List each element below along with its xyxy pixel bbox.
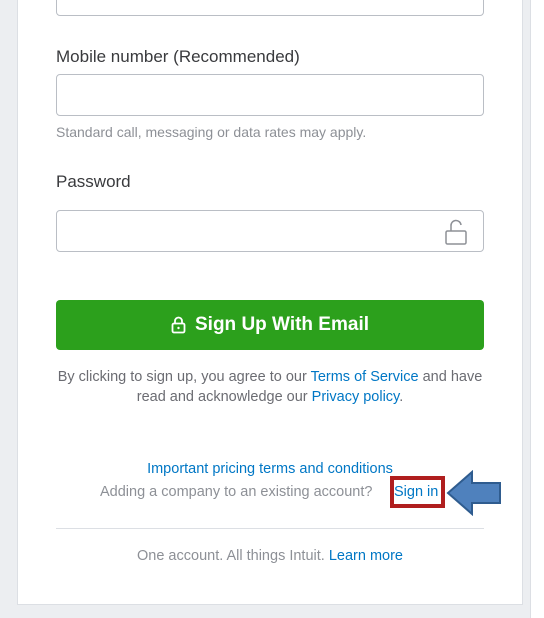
mobile-helper-text: Standard call, messaging or data rates m… (56, 124, 367, 140)
sign-up-with-email-button[interactable]: Sign Up With Email (56, 300, 484, 350)
bottom-edge (17, 604, 523, 618)
mobile-number-field[interactable] (56, 74, 484, 116)
existing-account-text: Adding a company to an existing account? (100, 484, 373, 500)
terms-of-service-link[interactable]: Terms of Service (311, 369, 419, 385)
email-field[interactable] (56, 0, 484, 16)
pricing-terms-link[interactable]: Important pricing terms and conditions (56, 461, 484, 477)
password-label: Password (56, 172, 131, 191)
mobile-label: Mobile number (Recommended) (56, 47, 300, 66)
footer-text: One account. All things Intuit. Learn mo… (56, 548, 484, 564)
left-arrow-icon (446, 470, 501, 516)
terms-text: By clicking to sign up, you agree to our… (56, 367, 484, 407)
password-field[interactable] (56, 210, 484, 252)
show-password-lock-icon[interactable] (442, 218, 470, 246)
sign-in-highlight-box (390, 476, 445, 508)
sign-up-button-label: Sign Up With Email (195, 314, 369, 335)
lock-icon (171, 316, 186, 334)
privacy-policy-link[interactable]: Privacy policy (312, 389, 400, 405)
right-panel-edge (530, 0, 544, 618)
learn-more-link[interactable]: Learn more (329, 548, 403, 564)
terms-prefix: By clicking to sign up, you agree to our (57, 369, 307, 385)
terms-suffix: . (399, 389, 404, 405)
footer-divider (56, 528, 484, 529)
footer-tagline: One account. All things Intuit. (137, 548, 325, 564)
